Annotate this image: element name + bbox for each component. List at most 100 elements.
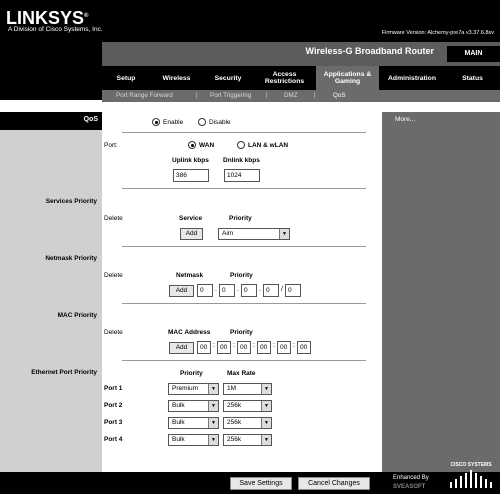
save-settings-button[interactable]: Save Settings (230, 477, 292, 490)
qos-form: Enable Disable Port: WAN LAN & wLAN Upli… (102, 112, 382, 472)
left-sidebar: Services Priority Netmask Priority MAC P… (0, 112, 102, 472)
more-link[interactable]: More... (395, 116, 415, 123)
mac-delete-header: Delete (104, 329, 123, 336)
port-3-rate-select[interactable]: 256k ▼ (223, 417, 272, 429)
netmask-octet-3[interactable]: 0 (241, 284, 257, 297)
mac-octet-6[interactable]: 00 (297, 341, 311, 354)
port-4-rate-select[interactable]: 256k ▼ (223, 434, 272, 446)
tab-status[interactable]: Status (445, 66, 500, 90)
services-delete-header: Delete (104, 215, 123, 222)
mac-octet-3[interactable]: 00 (237, 341, 251, 354)
chevron-down-icon: ▼ (261, 435, 271, 445)
port-2-priority-value: Bulk (172, 402, 185, 409)
subtab-port-range-forward[interactable]: Port Range Forward (116, 92, 173, 99)
service-select[interactable]: Aim ▼ (218, 228, 290, 240)
port-4-priority-select[interactable]: Bulk ▼ (168, 434, 219, 446)
wan-radio[interactable] (188, 141, 196, 149)
qos-section-title: QoS (83, 116, 98, 123)
tab-setup[interactable]: Setup (102, 66, 150, 90)
mac-octet-5[interactable]: 00 (277, 341, 291, 354)
port-1-rate-select[interactable]: 1M ▼ (223, 383, 272, 395)
wan-label: WAN (199, 142, 215, 149)
port-3-priority-select[interactable]: Bulk ▼ (168, 417, 219, 429)
mac-priority-label: MAC Priority (57, 312, 97, 319)
octet-dot: . (215, 286, 217, 293)
chevron-down-icon: ▼ (208, 384, 218, 394)
uplink-input[interactable]: 386 (173, 169, 209, 182)
octet-dot: . (259, 286, 261, 293)
mac-octet-2[interactable]: 00 (217, 341, 231, 354)
chevron-down-icon: ▼ (261, 418, 271, 428)
divider-strip (0, 102, 500, 112)
tab-applications-gaming[interactable]: Applications & Gaming (316, 66, 379, 90)
octet-dot: . (237, 286, 239, 293)
cisco-systems-label: CISCO SYSTEMS (450, 462, 492, 468)
chevron-down-icon: ▼ (208, 401, 218, 411)
mac-octet-1[interactable]: 00 (197, 341, 211, 354)
port-2-priority-select[interactable]: Bulk ▼ (168, 400, 219, 412)
add-mac-button[interactable]: Add (169, 342, 194, 354)
port-3-label: Port 3 (104, 419, 123, 426)
tab-security[interactable]: Security (203, 66, 253, 90)
cisco-bridge-icon: CISCO SYSTEMS (446, 462, 496, 490)
subtab-port-triggering[interactable]: Port Triggering (210, 92, 251, 99)
divider (122, 132, 366, 133)
netmask-header: Netmask (176, 272, 204, 279)
sub-nav: Port Range Forward | Port Triggering | D… (102, 90, 500, 102)
main-nav: Setup Wireless Security Access Restricti… (102, 66, 500, 90)
mac-priority-header: Priority (230, 329, 253, 336)
port-2-label: Port 2 (104, 402, 123, 409)
right-panel (382, 112, 500, 472)
disable-radio[interactable] (198, 118, 206, 126)
port-3-rate-value: 256k (227, 419, 242, 426)
max-rate-header: Max Rate (227, 370, 256, 377)
port-2-rate-select[interactable]: 256k ▼ (223, 400, 272, 412)
mac-colon: : (273, 342, 275, 349)
divider (122, 303, 366, 304)
port-2-rate-value: 256k (227, 402, 242, 409)
netmask-bits-input[interactable]: 0 (285, 284, 301, 297)
mac-colon: : (293, 342, 295, 349)
port-4-priority-value: Bulk (172, 436, 185, 443)
port-3-priority-value: Bulk (172, 419, 185, 426)
chevron-down-icon: ▼ (208, 435, 218, 445)
enable-label: Enable (163, 119, 184, 126)
chevron-down-icon: ▼ (279, 229, 289, 239)
ethernet-port-priority-label: Ethernet Port Priority (31, 369, 97, 376)
downlink-input[interactable]: 1024 (224, 169, 260, 182)
port-1-label: Port 1 (104, 385, 123, 392)
mac-octet-4[interactable]: 00 (257, 341, 271, 354)
mac-address-header: MAC Address (168, 329, 211, 336)
divider (122, 246, 366, 247)
netmask-delete-header: Delete (104, 272, 123, 279)
tab-access-restrictions[interactable]: Access Restrictions (253, 66, 316, 90)
add-netmask-button[interactable]: Add (169, 285, 194, 297)
divider (122, 188, 366, 189)
mask-slash: / (281, 286, 283, 293)
mac-colon: : (213, 342, 215, 349)
tab-wireless[interactable]: Wireless (150, 66, 203, 90)
netmask-octet-1[interactable]: 0 (197, 284, 213, 297)
title-bar: Wireless-G Broadband Router MAIN (102, 42, 500, 66)
add-service-button[interactable]: Add (180, 228, 203, 240)
subtab-dmz[interactable]: DMZ (284, 92, 298, 99)
services-priority-header: Priority (229, 215, 252, 222)
netmask-octet-4[interactable]: 0 (263, 284, 279, 297)
enable-radio[interactable] (152, 118, 160, 126)
subtab-separator: | (266, 92, 268, 99)
port-1-rate-value: 1M (227, 385, 237, 392)
services-priority-label: Services Priority (45, 198, 97, 205)
mac-colon: : (253, 342, 255, 349)
model-tab: MAIN (447, 46, 500, 62)
tab-administration[interactable]: Administration (379, 66, 445, 90)
lan-radio[interactable] (237, 141, 245, 149)
subtab-qos[interactable]: QoS (333, 92, 346, 99)
chevron-down-icon: ▼ (261, 401, 271, 411)
logo-subtitle: A Division of Cisco Systems, Inc. (8, 26, 103, 33)
sveasoft-logo: SVEASOFT (393, 484, 426, 490)
netmask-octet-2[interactable]: 0 (219, 284, 235, 297)
ethernet-priority-header: Priority (180, 370, 203, 377)
subtab-separator: | (196, 92, 198, 99)
cancel-changes-button[interactable]: Cancel Changes (298, 477, 370, 490)
port-1-priority-select[interactable]: Premium ▼ (168, 383, 219, 395)
